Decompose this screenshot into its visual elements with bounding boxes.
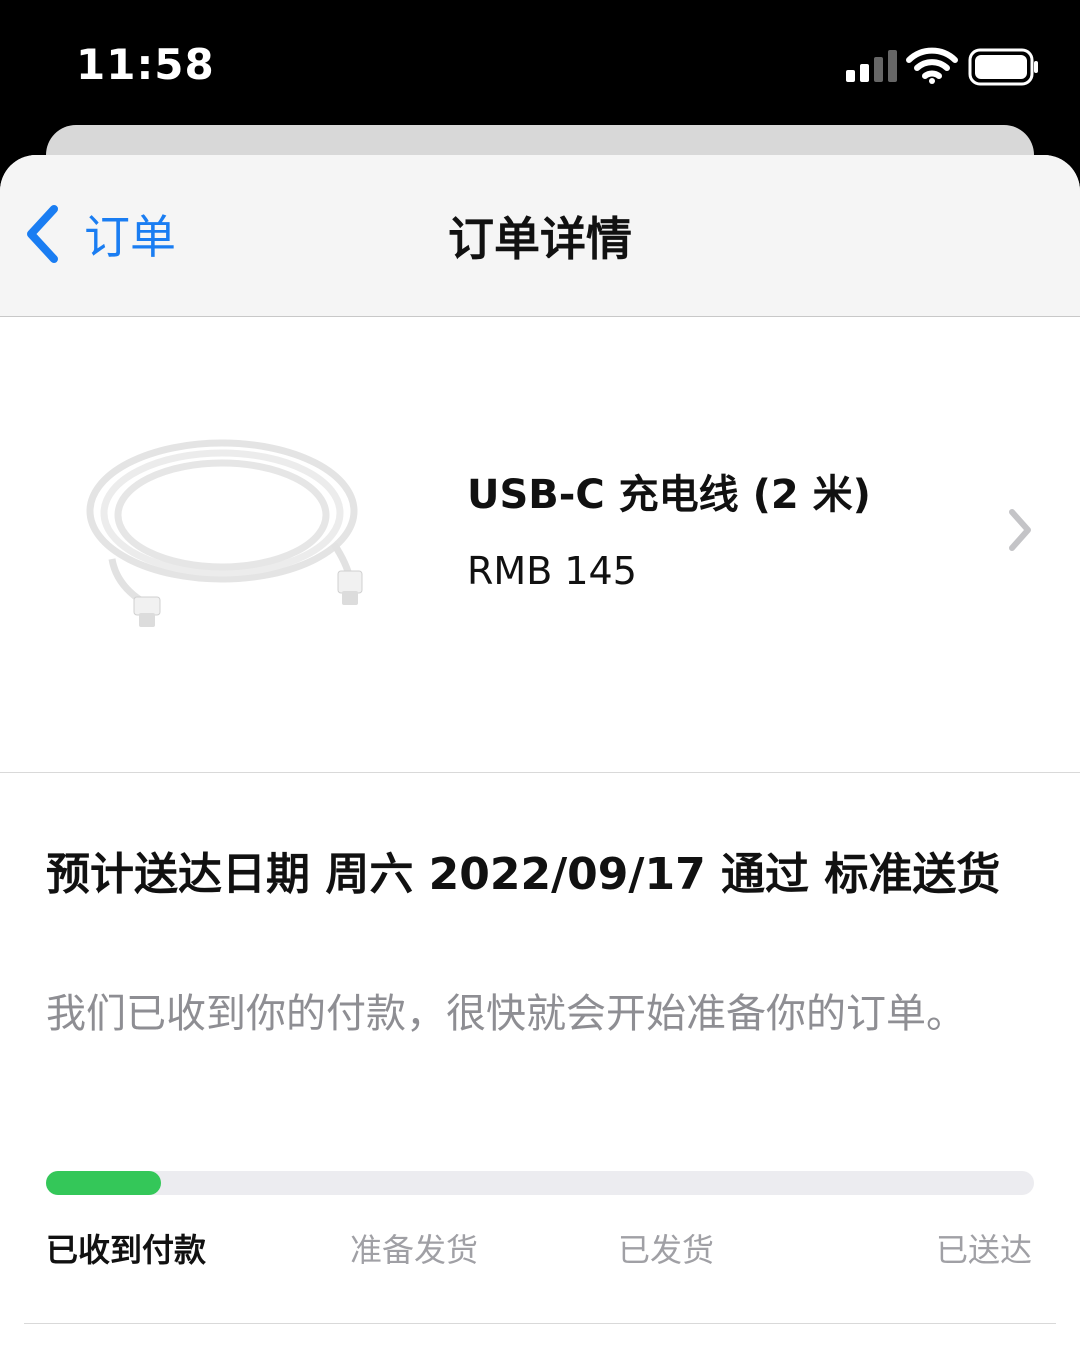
chevron-right-icon <box>1009 509 1031 551</box>
usb-c-cable-image <box>86 439 363 627</box>
status-time: 11:58 <box>76 40 215 89</box>
order-progress-fill <box>46 1171 161 1195</box>
step-delivered: 已送达 <box>935 1231 1032 1269</box>
section-divider <box>24 1323 1056 1324</box>
delivery-status-description: 我们已收到你的付款，很快就会开始准备你的订单。 <box>46 991 966 1037</box>
product-row[interactable]: USB-C 充电线 (2 米) RMB 145 <box>0 317 1080 773</box>
step-preparing-shipment: 准备发货 <box>350 1231 479 1269</box>
step-shipped: 已发货 <box>618 1231 715 1269</box>
product-name: USB-C 充电线 (2 米) <box>467 472 871 518</box>
wifi-icon <box>906 47 958 84</box>
status-bar: 11:58 <box>0 0 1080 130</box>
product-price: RMB 145 <box>467 549 637 593</box>
order-detail-sheet: 订单 订单详情 USB-C 充电线 (2 米) RMB 145 预计送达日期 周… <box>0 155 1080 1351</box>
cellular-signal-icon <box>846 50 897 82</box>
page-title: 订单详情 <box>448 212 632 266</box>
step-payment-received: 已收到付款 <box>46 1231 207 1269</box>
delivery-estimate: 预计送达日期 周六 2022/09/17 通过 标准送货 <box>46 849 1001 900</box>
order-progress-bar <box>46 1171 1034 1195</box>
navigation-bar: 订单 订单详情 <box>0 155 1080 317</box>
battery-icon <box>968 48 1038 86</box>
